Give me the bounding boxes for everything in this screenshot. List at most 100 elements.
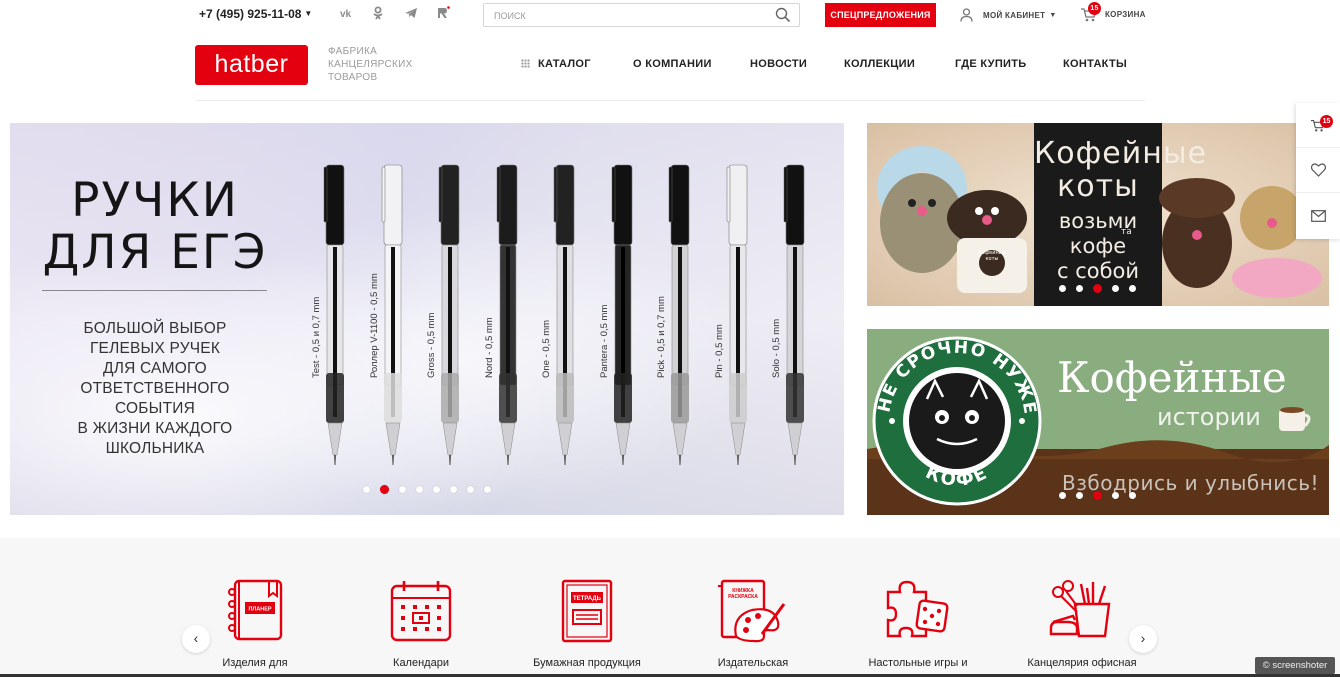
ok-icon[interactable] [371,6,385,20]
my-account-link[interactable]: МОЙ КАБИНЕТ ▼ [960,5,1057,25]
category-label: Бумажная продукция [533,657,641,669]
coffee-cats-subtitle-small: та [1121,227,1132,237]
category-publishing[interactable]: КНИЖКА РАСКРАСКА Издательская [683,578,823,670]
rutube-icon[interactable] [436,6,450,20]
nav-about[interactable]: О КОМПАНИИ [633,58,712,70]
grid-icon [521,59,530,68]
slider-dot[interactable] [380,485,389,494]
phone-number[interactable]: +7 (495) 925-11-08 ▼ [199,7,312,21]
chevron-down-icon: ▼ [1049,11,1057,19]
slider-dot[interactable] [1093,284,1102,293]
gel-pen [553,164,575,465]
slider-dot[interactable] [467,486,474,493]
nav-news[interactable]: НОВОСТИ [750,58,807,70]
calendar-icon [390,581,452,642]
banner-description: БОЛЬШОЙ ВЫБОР ГЕЛЕВЫХ РУЧЕК ДЛЯ САМОГО О… [77,320,233,457]
coffee-cats-banner[interactable]: Кофейные коты возьми кофе с собой та Коф… [867,123,1329,306]
floating-mail-button[interactable] [1296,193,1340,238]
gel-pen [726,164,747,465]
special-offers-button[interactable]: СПЕЦПРЕДЛОЖЕНИЯ [825,3,936,27]
pen-label: Nord - 0,5 mm [483,317,495,378]
category-board-games[interactable]: Настольные игры и [848,578,988,670]
category-label: Календари [393,657,449,669]
svg-text:ПЛАНЕР: ПЛАНЕР [248,607,271,613]
pen-label: Solo - 0,5 mm [771,318,782,378]
cart-count-badge: 15 [1320,115,1333,128]
slider-dot[interactable] [1059,285,1066,292]
slider-dot[interactable] [1059,492,1066,499]
floating-favorites-button[interactable] [1296,148,1340,193]
svg-text:vk: vk [340,9,352,20]
svg-text:ТЕТРАДЬ: ТЕТРАДЬ [573,596,602,602]
cart-label: КОРЗИНА [1105,9,1146,19]
pen-label: Test - 0,5 и 0,7 mm [311,296,322,378]
coffee-stories-banner[interactable]: МНЕ СРОЧНО НУЖЕН КОФЕ Кофейные истории В… [867,329,1329,515]
nav-collections[interactable]: КОЛЛЕКЦИИ [844,58,915,70]
top-bar: +7 (495) 925-11-08▼ vk СПЕЦПРЕДЛОЖЕНИЯ М… [0,0,1340,30]
nav-where-to-buy[interactable]: ГДЕ КУПИТЬ [955,58,1026,70]
puzzle-dice-icon [886,580,949,638]
floating-cart-button[interactable]: 15 [1296,103,1340,148]
slider-dot[interactable] [399,486,406,493]
banner-divider [42,290,267,291]
slider-dot[interactable] [1129,492,1136,499]
coffee-cats-subtitle: возьми кофе с собой [1056,209,1140,283]
mug-label: Кофейные коты [978,250,1006,262]
slider-dot[interactable] [1112,492,1119,499]
gel-pen [381,164,402,465]
slider-dot[interactable] [1129,285,1136,292]
category-label: Настольные игры и [868,657,968,669]
svg-text:КОФЕ: КОФЕ [922,462,991,491]
screenshoter-watermark: © screenshoter [1255,657,1335,674]
slider-dot[interactable] [450,486,457,493]
user-icon [960,8,973,22]
search-box [483,3,800,27]
cart-count-badge: 15 [1088,2,1101,15]
category-planning[interactable]: ПЛАНЕР Изделия для [185,578,325,670]
search-input[interactable] [494,8,764,23]
slider-dot[interactable] [1093,491,1102,500]
category-calendars[interactable]: Календари [351,578,491,670]
svg-text:РАСКРАСКА: РАСКРАСКА [728,594,758,600]
header-divider [195,100,1145,101]
main-banner-slider[interactable]: РУЧКИ ДЛЯ ЕГЭ БОЛЬШОЙ ВЫБОР ГЕЛЕВЫХ РУЧЕ… [10,123,844,515]
category-office-supplies[interactable]: Канцелярия офисная [1012,578,1152,670]
floating-side-panel: 15 [1296,103,1340,239]
mail-icon [1310,209,1326,222]
slider-dot[interactable] [484,486,491,493]
banner-title: РУЧКИ ДЛЯ ЕГЭ [42,173,268,280]
hatber-logo[interactable]: hatber [195,45,308,85]
coffee-cats-pagination [1054,284,1141,293]
category-label: Издательская [717,657,789,669]
nav-catalog[interactable]: КАТАЛОГ [521,58,591,70]
coffee-stories-subtitle: истории [1157,403,1261,431]
pen-label: Pantera - 0,5 mm [598,304,610,378]
cart-link[interactable]: 15 КОРЗИНА [1080,2,1146,25]
search-icon[interactable] [775,7,791,23]
vk-icon[interactable]: vk [339,6,353,20]
slider-dot[interactable] [1076,492,1083,499]
slider-dot[interactable] [363,486,370,493]
office-supplies-icon [1049,580,1111,638]
slider-dot[interactable] [1112,285,1119,292]
pen-label: Роллер V-1100 - 0,5 mm [368,273,380,378]
heart-icon [1310,163,1326,177]
coffee-cats-title: Кофейные коты [1034,136,1208,204]
cart-icon: 15 [1080,2,1101,23]
coffee-stories-title: Кофейные [1057,353,1287,402]
gel-pen [611,164,632,465]
categories-carousel: ‹ › ПЛАНЕР Изделия для Календари ТЕТРАДЬ… [0,538,1340,677]
category-paper-products[interactable]: ТЕТРАДЬ Бумажная продукция [517,578,657,670]
coffee-emblem-text: МНЕ СРОЧНО НУЖЕН КОФЕ [867,329,1038,491]
category-label: Канцелярия офисная [1027,657,1137,669]
telegram-icon[interactable] [404,6,418,20]
nav-contacts[interactable]: КОНТАКТЫ [1063,58,1127,70]
gel-pen [783,164,805,465]
pen-label: Pin - 0,5 mm [713,324,725,378]
gel-pen [496,164,517,465]
gel-pen [438,164,460,465]
slider-dot[interactable] [433,486,440,493]
pen-label: One - 0,5 mm [541,319,552,378]
slider-dot[interactable] [1076,285,1083,292]
slider-dot[interactable] [416,486,423,493]
